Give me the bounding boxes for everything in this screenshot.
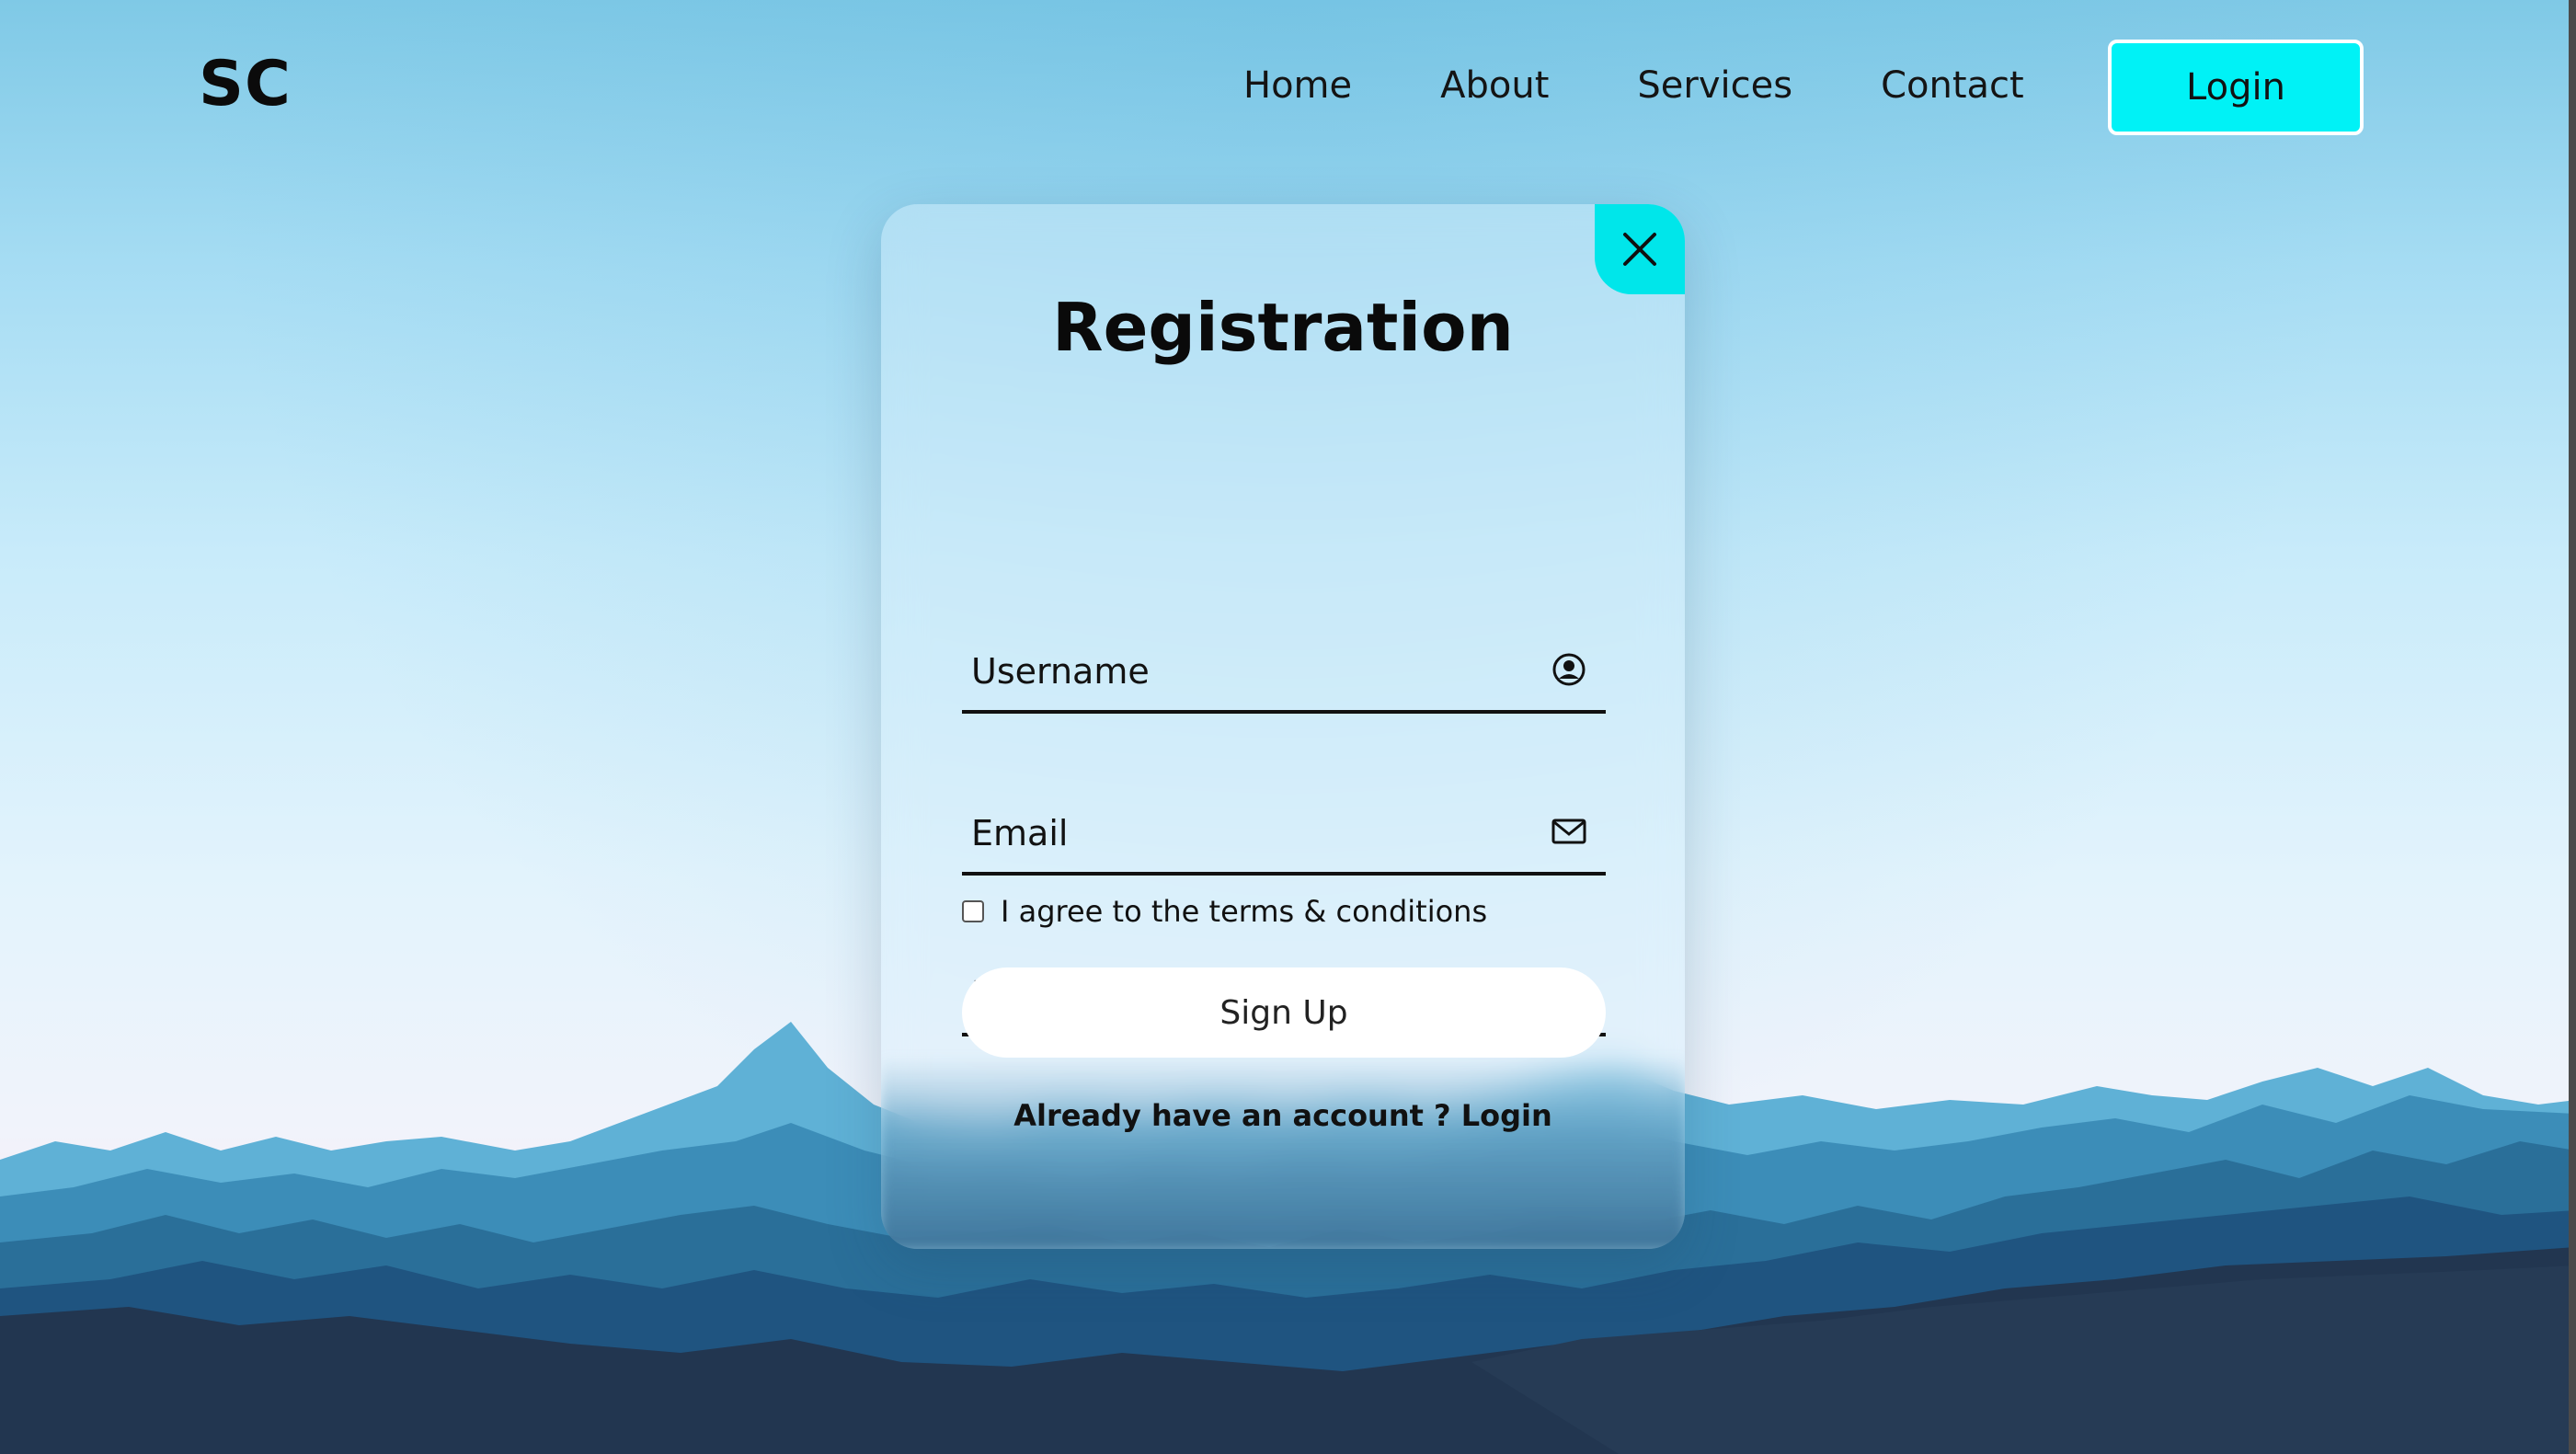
terms-label[interactable]: I agree to the terms & conditions (1001, 894, 1487, 929)
terms-row: I agree to the terms & conditions (962, 894, 1487, 929)
close-icon (1623, 233, 1656, 266)
nav-link-contact[interactable]: Contact (1881, 64, 2024, 107)
nav-link-home[interactable]: Home (1243, 64, 1352, 107)
brand-logo[interactable]: SC (199, 48, 292, 120)
top-navbar: SC Home About Services Contact Login (0, 0, 2576, 184)
user-circle-icon (1552, 653, 1586, 686)
username-input[interactable] (962, 636, 1514, 706)
close-button[interactable] (1595, 204, 1685, 294)
sign-up-button[interactable]: Sign Up (962, 967, 1606, 1058)
modal-title: Registration (1052, 289, 1514, 366)
email-input[interactable] (962, 798, 1514, 868)
registration-modal: Registration I agree to the terms & cond… (881, 204, 1685, 1249)
mail-icon (1551, 819, 1586, 844)
account-prompt-text: Already have an account ? (1013, 1098, 1451, 1133)
window-edge (2569, 0, 2576, 1454)
nav-links: Home About Services Contact (1243, 64, 2112, 107)
login-link[interactable]: Login (1461, 1098, 1552, 1133)
modal-backdrop-blur (881, 1056, 1685, 1249)
account-prompt: Already have an account ? Login (881, 1098, 1685, 1133)
nav-link-about[interactable]: About (1440, 64, 1549, 107)
username-field (962, 636, 1606, 714)
terms-checkbox[interactable] (962, 900, 984, 922)
nav-link-services[interactable]: Services (1637, 64, 1792, 107)
email-field (962, 798, 1606, 876)
login-button[interactable]: Login (2108, 40, 2364, 135)
